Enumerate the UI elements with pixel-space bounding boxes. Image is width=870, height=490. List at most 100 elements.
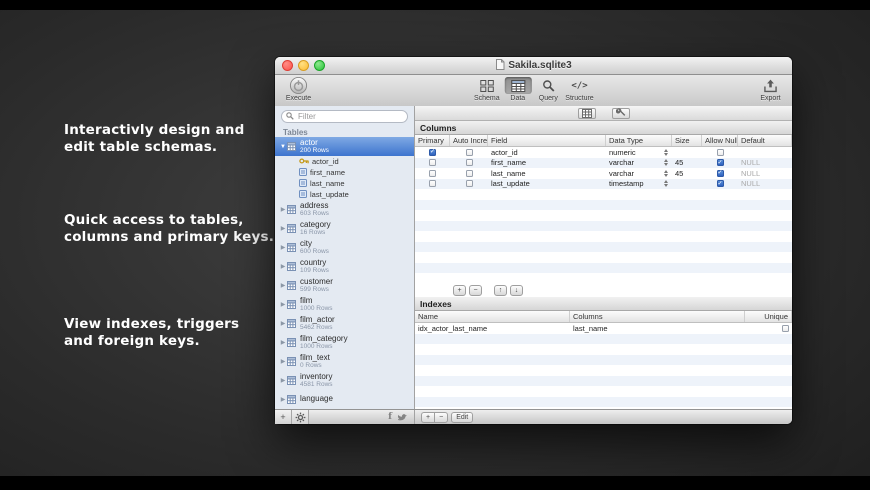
- disclosure-triangle-icon[interactable]: ▶: [279, 396, 287, 403]
- auto-increment-checkbox[interactable]: [465, 169, 473, 177]
- move-up-button[interactable]: ↑: [494, 284, 507, 296]
- disclosure-triangle-icon[interactable]: ▶: [279, 339, 287, 346]
- primary-checkbox[interactable]: ✓: [429, 148, 436, 156]
- column-icon: [299, 189, 307, 200]
- remove-column-button[interactable]: −: [469, 284, 482, 296]
- index-add-remove-group: + −: [421, 411, 449, 423]
- move-down-button[interactable]: ↓: [510, 284, 523, 296]
- empty-row: [415, 365, 792, 376]
- column-row[interactable]: first_name varchar 45 ✓ NULL: [415, 157, 792, 168]
- auto-increment-checkbox[interactable]: [465, 180, 473, 188]
- disclosure-triangle-icon[interactable]: ▶: [279, 282, 287, 289]
- title-bar[interactable]: Sakila.sqlite3: [275, 57, 792, 75]
- column-row[interactable]: last_name varchar 45 ✓ NULL: [415, 168, 792, 179]
- minimize-button[interactable]: [298, 60, 309, 71]
- primary-checkbox[interactable]: [429, 169, 436, 177]
- disclosure-triangle-icon[interactable]: ▶: [279, 358, 287, 365]
- disclosure-triangle-icon[interactable]: ▶: [279, 301, 287, 308]
- default-cell: NULL: [738, 179, 792, 190]
- wrench-icon[interactable]: [611, 107, 630, 119]
- toolbar-item-data[interactable]: Data: [504, 77, 532, 102]
- remove-index-button[interactable]: −: [434, 411, 449, 423]
- toolbar-item-structure[interactable]: </> Structure: [565, 77, 593, 103]
- table-icon: [287, 338, 298, 347]
- size-cell: [672, 179, 702, 190]
- column-header-cell: Size: [672, 135, 702, 146]
- social-links: f: [388, 412, 414, 422]
- toolbar-item-schema[interactable]: Schema: [473, 77, 500, 102]
- data-type-stepper[interactable]: [664, 169, 669, 177]
- disclosure-triangle-icon[interactable]: ▶: [279, 320, 287, 327]
- toolbar-item-query[interactable]: Query: [535, 77, 561, 102]
- table-list-item[interactable]: ▶ country 109 Rows: [275, 257, 414, 276]
- index-row[interactable]: idx_actor_last_name last_name: [415, 323, 792, 334]
- zoom-button[interactable]: [314, 60, 325, 71]
- column-row[interactable]: last_update timestamp ✓ NULL: [415, 178, 792, 190]
- field-cell: last_name: [491, 168, 526, 178]
- table-list-item[interactable]: ▶ category 16 Rows: [275, 219, 414, 238]
- empty-row: [415, 210, 792, 221]
- execute-icon: [283, 76, 314, 95]
- column-row[interactable]: ✓ actor_id numeric: [415, 147, 792, 158]
- table-column-item[interactable]: first_name: [275, 167, 414, 178]
- add-column-button[interactable]: +: [453, 284, 466, 296]
- filter-input[interactable]: [296, 111, 403, 122]
- table-list-item[interactable]: ▶ city 600 Rows: [275, 238, 414, 257]
- facebook-icon[interactable]: f: [388, 412, 392, 422]
- allow-null-checkbox[interactable]: ✓: [716, 169, 724, 177]
- execute-button[interactable]: Execute: [283, 76, 314, 102]
- table-column-item[interactable]: last_update: [275, 189, 414, 200]
- table-row-count: 600 Rows: [300, 248, 329, 255]
- twitter-icon[interactable]: [397, 413, 408, 422]
- data-type-value: varchar: [609, 168, 635, 178]
- default-value: NULL: [741, 168, 761, 178]
- auto-increment-checkbox[interactable]: [465, 159, 473, 167]
- table-list-item[interactable]: ▶ language: [275, 390, 414, 409]
- allow-null-checkbox[interactable]: [716, 148, 724, 156]
- disclosure-triangle-icon[interactable]: ▶: [279, 244, 287, 251]
- table-list-item[interactable]: ▶ customer 599 Rows: [275, 276, 414, 295]
- table-column-item[interactable]: actor_id: [275, 156, 414, 167]
- table-list-item[interactable]: ▶ inventory 4581 Rows: [275, 371, 414, 390]
- default-value: NULL: [741, 179, 761, 189]
- table-name: actor: [300, 138, 318, 147]
- column-header-cell: Default: [738, 135, 792, 146]
- stepper-up-icon: [664, 159, 668, 163]
- close-button[interactable]: [282, 60, 293, 71]
- disclosure-triangle-icon[interactable]: ▶: [279, 206, 287, 213]
- disclosure-triangle-icon[interactable]: ▶: [279, 225, 287, 232]
- add-index-button[interactable]: +: [421, 411, 435, 423]
- unique-checkbox[interactable]: [782, 324, 789, 332]
- auto-increment-checkbox[interactable]: [465, 148, 473, 156]
- table-icon: [287, 319, 298, 328]
- table-list-item[interactable]: ▶ film_actor 5462 Rows: [275, 314, 414, 333]
- data-type-stepper[interactable]: [664, 159, 669, 167]
- field-cell: actor_id: [491, 147, 518, 157]
- table-column-item[interactable]: last_name: [275, 178, 414, 189]
- app-window: Sakila.sqlite3 Execute Schema Data Query </…: [275, 57, 792, 424]
- primary-checkbox[interactable]: [429, 159, 436, 167]
- disclosure-triangle-icon[interactable]: ▶: [279, 377, 287, 384]
- table-list-item[interactable]: ▶ film 1000 Rows: [275, 295, 414, 314]
- table-list-item[interactable]: ▶ film_text 0 Rows: [275, 352, 414, 371]
- letterbox-top: [0, 0, 870, 10]
- disclosure-triangle-icon[interactable]: ▼: [279, 144, 287, 150]
- data-type-stepper[interactable]: [664, 180, 669, 188]
- disclosure-triangle-icon[interactable]: ▶: [279, 263, 287, 270]
- edit-index-button[interactable]: Edit: [451, 411, 474, 423]
- add-table-button[interactable]: +: [275, 410, 292, 424]
- data-type-cell: timestamp: [606, 179, 672, 190]
- table-list-item[interactable]: ▼ actor 200 Rows: [275, 137, 414, 156]
- table-row-count: 16 Rows: [300, 229, 326, 236]
- data-type-stepper[interactable]: [664, 148, 669, 156]
- grid-view-button[interactable]: [577, 107, 596, 119]
- table-list-item[interactable]: ▶ address 603 Rows: [275, 200, 414, 219]
- column-icon: [299, 167, 307, 178]
- export-button[interactable]: Export: [757, 77, 784, 102]
- primary-checkbox[interactable]: [429, 180, 436, 188]
- toolbar-item-label: Query: [538, 95, 558, 102]
- table-list-item[interactable]: ▶ film_category 1000 Rows: [275, 333, 414, 352]
- allow-null-checkbox[interactable]: ✓: [716, 180, 724, 188]
- allow-null-checkbox[interactable]: ✓: [716, 159, 724, 167]
- gear-button[interactable]: [292, 410, 309, 424]
